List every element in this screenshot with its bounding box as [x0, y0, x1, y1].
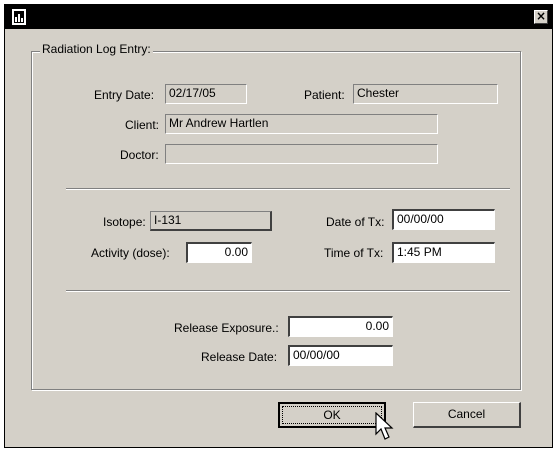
doctor-field [165, 144, 438, 164]
release-date-input[interactable]: 00/00/00 [288, 345, 393, 366]
separator-bottom [66, 290, 510, 292]
ok-button[interactable]: OK [278, 402, 386, 428]
date-of-tx-input[interactable]: 00/00/00 [392, 209, 495, 230]
client-field: Mr Andrew Hartlen [165, 114, 438, 134]
isotope-field[interactable]: I-131 [150, 211, 272, 231]
isotope-label: Isotope: [103, 215, 146, 229]
mouse-pointer-icon [375, 412, 394, 440]
activity-label: Activity (dose): [91, 246, 170, 260]
activity-input[interactable]: 0.00 [186, 242, 252, 263]
release-date-label: Release Date: [201, 350, 278, 364]
patient-label: Patient: [304, 88, 345, 102]
separator-top [66, 188, 510, 190]
release-exposure-label: Release Exposure.: [174, 321, 279, 335]
patient-field: Chester [353, 84, 498, 104]
cancel-button[interactable]: Cancel [413, 402, 521, 428]
release-exposure-input[interactable]: 0.00 [288, 316, 393, 337]
time-of-tx-label: Time of Tx: [324, 246, 384, 260]
entry-date-field: 02/17/05 [165, 84, 247, 104]
group-label: Radiation Log Entry: [40, 42, 153, 56]
close-icon[interactable]: × [534, 10, 548, 24]
doctor-label: Doctor: [120, 148, 159, 162]
app-window-icon [12, 9, 26, 25]
time-of-tx-input[interactable]: 1:45 PM [392, 242, 495, 263]
date-of-tx-label: Date of Tx: [326, 215, 385, 229]
title-bar[interactable]: × [5, 5, 552, 29]
entry-date-label: Entry Date: [94, 88, 155, 102]
ok-button-label: OK [282, 406, 382, 424]
client-label: Client: [125, 118, 160, 132]
